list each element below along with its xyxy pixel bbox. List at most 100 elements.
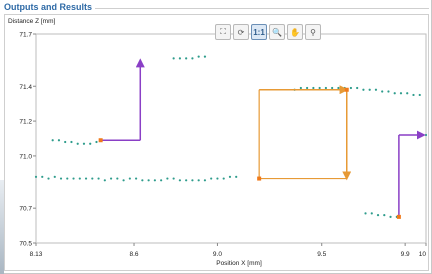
outputs-results-panel: Outputs and Results Distance Z [mm] Posit… [0, 0, 432, 274]
data-point [312, 86, 315, 90]
rotate-icon[interactable]: ⟳ [233, 24, 249, 40]
y-tick-label: 70.7 [19, 206, 32, 213]
data-point [122, 179, 125, 182]
data-point [368, 88, 371, 91]
x-axis-label: Position X [mm] [216, 260, 262, 267]
data-point [376, 214, 380, 217]
data-point [235, 175, 238, 178]
data-point [383, 214, 386, 217]
plot-area [35, 33, 427, 244]
data-point [387, 90, 390, 93]
y-tick-label: 71.4 [19, 84, 32, 91]
data-point [103, 179, 106, 182]
data-point [356, 86, 359, 90]
data-point [76, 142, 79, 145]
data-point [64, 140, 67, 144]
data-point [178, 57, 182, 60]
y-axis-label: Distance Z [mm] [8, 18, 56, 25]
data-point [166, 177, 169, 180]
background-strip [0, 180, 4, 274]
data-point [424, 133, 428, 137]
data-point [412, 93, 415, 97]
point-marker [98, 138, 103, 143]
data-point [59, 177, 63, 180]
data-point [178, 179, 182, 182]
y-tick-label: 71.0 [19, 153, 32, 160]
data-point [197, 179, 200, 182]
x-tick-label: 9.0 [213, 251, 222, 258]
data-point [399, 92, 403, 95]
data-point [406, 92, 409, 95]
data-point [374, 88, 378, 91]
data-point [228, 175, 232, 178]
data-point [47, 177, 50, 180]
data-point [324, 86, 327, 90]
data-point [381, 90, 384, 93]
y-tick-label: 71.2 [19, 119, 32, 126]
data-point [337, 86, 340, 90]
pick-icon[interactable]: ⚲ [305, 24, 321, 40]
data-point [191, 57, 194, 60]
y-tick-label: 70.5 [19, 241, 32, 248]
data-point [222, 177, 225, 180]
data-point [203, 179, 207, 182]
data-point [185, 179, 188, 182]
data-point [41, 175, 44, 178]
data-point [216, 177, 219, 180]
data-point [89, 142, 92, 145]
data-point [116, 177, 119, 180]
one-to-one-icon[interactable]: 1:1 [251, 24, 267, 40]
data-point [203, 55, 207, 58]
data-point [66, 177, 69, 180]
data-point [185, 57, 188, 60]
data-point [191, 179, 194, 182]
point-marker [396, 214, 401, 219]
data-point [51, 139, 54, 142]
x-tick-label: 10 [419, 251, 427, 258]
zoom-icon[interactable]: 🔍 [269, 24, 285, 40]
data-point [197, 55, 200, 58]
data-point [84, 177, 88, 180]
data-point [364, 212, 367, 215]
data-point [172, 57, 175, 60]
data-point [97, 177, 100, 180]
x-tick-label: 8.13 [30, 251, 43, 258]
data-point [82, 142, 86, 145]
data-point [91, 177, 94, 180]
x-tick-label: 8.6 [129, 251, 138, 258]
y-tick-label: 71.7 [19, 32, 32, 39]
data-point [160, 179, 163, 182]
point-marker [344, 87, 349, 92]
data-point [172, 177, 175, 180]
data-point [306, 86, 309, 90]
data-point [95, 140, 98, 144]
data-point [362, 88, 365, 91]
data-point [299, 86, 302, 90]
fit-icon[interactable]: ⛶ [215, 24, 231, 40]
data-point [393, 92, 396, 95]
data-point [70, 140, 73, 144]
data-point [389, 215, 392, 218]
data-point [318, 86, 321, 90]
data-point [210, 177, 213, 180]
pan-icon[interactable]: ✋ [287, 24, 303, 40]
data-point [370, 212, 373, 215]
data-point [72, 177, 75, 180]
data-point [141, 179, 144, 182]
data-point [153, 179, 156, 182]
data-point [57, 139, 61, 142]
data-point [135, 177, 138, 180]
point-marker [257, 176, 262, 181]
data-point [53, 175, 56, 178]
data-point [34, 175, 38, 178]
x-tick-label: 9.5 [317, 251, 326, 258]
chart-toolbar: ⛶ ⟳ 1:1 🔍 ✋ ⚲ [215, 24, 321, 40]
data-point [331, 86, 334, 90]
data-point [128, 177, 131, 180]
data-point [418, 93, 421, 97]
data-point [349, 86, 353, 90]
chart: Distance Z [mm] Position X [mm] 71.7 71.4 71… [8, 18, 428, 267]
data-point [147, 179, 150, 182]
data-point [78, 177, 81, 180]
x-tick-label: 9.9 [401, 251, 410, 258]
